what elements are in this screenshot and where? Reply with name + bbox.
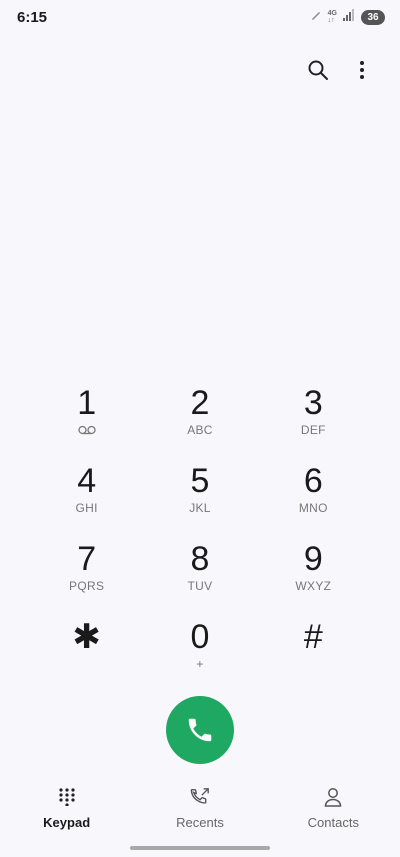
status-time: 6:15 — [17, 9, 48, 26]
signal-icon — [343, 8, 355, 26]
network-type-icon: 4G ↓↑ — [328, 10, 337, 24]
key-digit: 5 — [190, 462, 210, 500]
status-icons: 4G ↓↑ 36 — [310, 8, 385, 26]
call-button[interactable] — [166, 696, 234, 764]
phone-icon — [188, 718, 212, 742]
voicemail-icon — [78, 425, 96, 435]
pen-icon — [310, 8, 322, 26]
key-2[interactable]: 2 ABC — [143, 385, 256, 463]
contacts-icon — [322, 785, 344, 809]
nav-label: Keypad — [43, 815, 91, 830]
nav-item-recents[interactable]: Recents — [140, 785, 260, 835]
key-3[interactable]: 3 DEF — [257, 385, 370, 463]
network-type-label: 4G — [327, 10, 337, 17]
key-letters: GHI — [75, 501, 98, 515]
key-digit: 1 — [77, 384, 97, 422]
key-hash[interactable]: # — [257, 619, 370, 697]
key-8[interactable]: 8 TUV — [143, 541, 256, 619]
key-digit: 6 — [303, 462, 323, 500]
nav-label: Recents — [176, 815, 224, 830]
key-star[interactable]: ✱ — [30, 619, 143, 697]
key-sub — [78, 423, 96, 437]
key-letters: DEF — [300, 423, 326, 437]
status-bar: 6:15 4G ↓↑ 36 — [0, 0, 400, 34]
key-0[interactable]: 0 + — [143, 619, 256, 697]
key-digit: 8 — [190, 540, 210, 578]
key-letters: WXYZ — [295, 579, 332, 593]
key-letters: JKL — [189, 501, 211, 515]
dial-keypad: 1 2 ABC 3 DEF 4 GHI 5 JKL 6 MNO 7 PQRS 8… — [30, 385, 370, 697]
more-options-icon — [360, 61, 364, 79]
key-letters: MNO — [298, 501, 328, 515]
key-4[interactable]: 4 GHI — [30, 463, 143, 541]
recents-icon — [189, 785, 211, 809]
key-digit: ✱ — [72, 618, 101, 656]
key-digit: # — [303, 618, 323, 656]
key-digit: 0 — [190, 618, 210, 656]
key-letters: PQRS — [69, 579, 105, 593]
nav-label: Contacts — [307, 815, 359, 830]
key-digit: 3 — [303, 384, 323, 422]
more-options-button[interactable] — [350, 58, 374, 82]
bottom-nav: Keypad Recents Contacts — [0, 785, 400, 835]
search-button[interactable] — [306, 58, 330, 82]
battery-icon: 36 — [361, 9, 385, 25]
key-letters: ABC — [187, 423, 213, 437]
key-5[interactable]: 5 JKL — [143, 463, 256, 541]
nav-item-contacts[interactable]: Contacts — [273, 785, 393, 835]
key-letters: + — [196, 657, 204, 671]
key-1[interactable]: 1 — [30, 385, 143, 463]
key-7[interactable]: 7 PQRS — [30, 541, 143, 619]
nav-item-keypad[interactable]: Keypad — [7, 785, 127, 835]
data-activity-label: ↓↑ — [327, 17, 335, 24]
key-letters: TUV — [187, 579, 213, 593]
key-digit: 4 — [77, 462, 97, 500]
keypad-icon — [56, 785, 78, 809]
key-9[interactable]: 9 WXYZ — [257, 541, 370, 619]
top-actions — [306, 58, 374, 82]
key-digit: 7 — [77, 540, 97, 578]
home-indicator[interactable] — [130, 846, 270, 850]
key-digit: 2 — [190, 384, 210, 422]
key-digit: 9 — [303, 540, 323, 578]
key-6[interactable]: 6 MNO — [257, 463, 370, 541]
search-icon — [308, 60, 328, 80]
